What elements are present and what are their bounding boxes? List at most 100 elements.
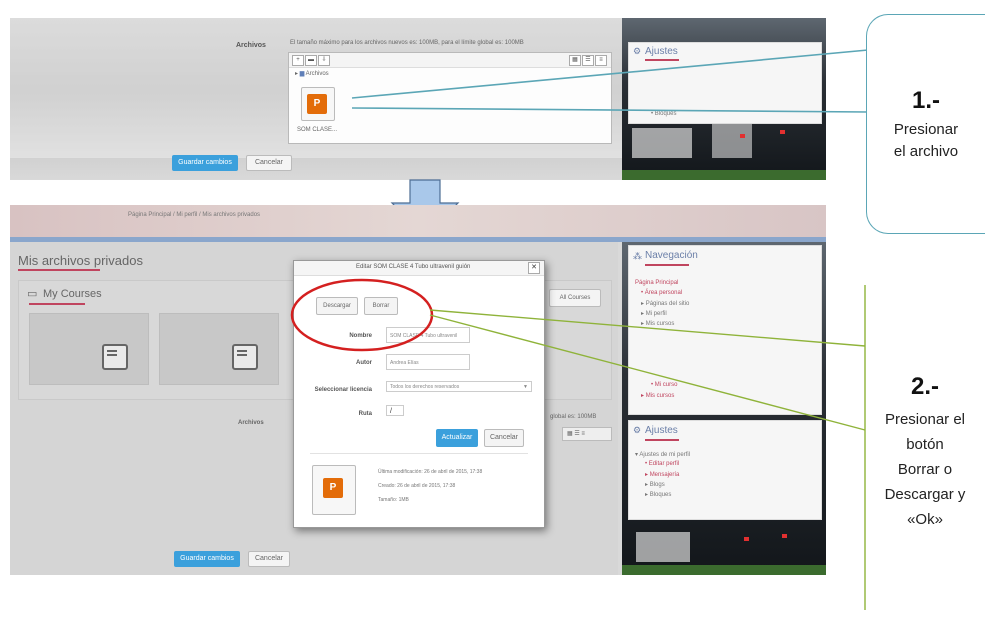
red-light [782, 534, 787, 538]
save-changes-button[interactable]: Guardar cambios [172, 155, 238, 171]
step-2-number: 2.- [910, 373, 939, 400]
license-select-value: Todos los derechos reservados [390, 384, 460, 390]
title-underline [645, 264, 689, 266]
save-changes-button[interactable]: Guardar cambios [174, 551, 240, 567]
view-mode-toolbar[interactable]: ▦ ☰ ≡ [562, 427, 612, 441]
settings-item-profile-settings[interactable]: ▾ Ajustes de mi perfil [635, 451, 690, 458]
name-label: Nombre [349, 333, 372, 339]
license-select[interactable]: Todos los derechos reservados ▼ [386, 381, 532, 392]
nav-item-label: Mis cursos [645, 321, 675, 327]
nav-item-label: Mi curso [654, 382, 678, 388]
powerpoint-file-icon: P [307, 94, 327, 114]
navigation-icon: ⁂ [633, 251, 642, 261]
ppt-file-item[interactable]: P [301, 87, 335, 121]
nav-item-my-courses-2[interactable]: ▸ Mis cursos [641, 392, 674, 399]
cancel-button[interactable]: Cancelar [246, 155, 292, 171]
add-file-icon[interactable]: + [292, 55, 304, 66]
settings-item-label: Blogs [649, 482, 665, 488]
step-1-line-1: Presionar [893, 121, 959, 138]
cancel-button[interactable]: Cancelar [248, 551, 290, 567]
size-limit-note: global es: 100MB [550, 414, 597, 420]
path-select[interactable]: / [386, 405, 404, 416]
settings-block: ⚙ Ajustes • Bloques [628, 42, 822, 124]
folder-breadcrumb-label: Archivos [305, 71, 329, 77]
callout-2: 2.- Presionar el botón Borrar o Descarga… [866, 285, 984, 610]
folder-breadcrumb[interactable]: ▸ ▆ Archivos [295, 70, 329, 77]
view-list-icon[interactable]: ☰ [582, 55, 594, 66]
author-field[interactable]: Andrea Elías [386, 354, 470, 370]
title-underline [645, 59, 679, 61]
files-label: Archivos [238, 420, 264, 426]
red-light [780, 130, 785, 134]
settings-item-label: Mensajería [649, 472, 680, 478]
nav-item-home[interactable]: Página Principal [635, 280, 678, 286]
courses-icon: ▭ [27, 288, 38, 300]
breadcrumb[interactable]: Página Principal / Mi perfil / Mis archi… [128, 212, 260, 218]
nav-item-site-pages[interactable]: ▸ Páginas del sitio [641, 300, 689, 307]
settings-gear-icon: ⚙ [633, 46, 642, 56]
step-1-number: 1.- [911, 87, 940, 114]
settings-item-bloques[interactable]: • Bloques [651, 111, 676, 117]
all-courses-button[interactable]: All Courses [549, 289, 601, 307]
view-icons-icon[interactable]: ▦ [569, 55, 581, 66]
building-shape [632, 128, 692, 158]
header-banner [10, 205, 826, 237]
download-button[interactable]: Descargar [316, 297, 358, 315]
dialog-header: Editar SOM CLASE 4 Tubo ultravenil guión… [294, 261, 544, 276]
title-underline [29, 303, 85, 305]
view-tree-icon[interactable]: ≡ [595, 55, 607, 66]
step-2-line-1: Presionar el [884, 411, 966, 428]
settings-item-label: Ajustes de mi perfil [639, 452, 691, 458]
settings-item-label: Bloques [654, 111, 677, 117]
nav-item-my-courses[interactable]: ▸ Mis cursos [641, 320, 674, 327]
top-screenshot: Archivos El tamaño máximo para los archi… [10, 18, 826, 180]
name-field[interactable]: SOM CLASE 4 Tubo ultravenil [386, 327, 470, 343]
license-label: Seleccionar licencia [314, 387, 372, 393]
close-icon[interactable]: ✕ [528, 262, 540, 274]
step-2-line-4: Descargar y [884, 486, 966, 503]
course-card[interactable] [29, 313, 149, 385]
create-folder-icon[interactable]: ▬ [305, 55, 317, 66]
grass-strip [622, 170, 826, 180]
nav-item-dashboard[interactable]: • Área personal [641, 290, 682, 296]
delete-button[interactable]: Borrar [364, 297, 398, 315]
step-2-line-5: «Ok» [907, 511, 943, 528]
settings-item-label: Editar perfil [648, 461, 680, 467]
settings-block: ⚙ Ajustes ▾ Ajustes de mi perfil • Edita… [628, 420, 822, 520]
course-book-icon [232, 344, 258, 370]
course-book-icon [102, 344, 128, 370]
step-2-line-3: Borrar o [897, 461, 953, 478]
dialog-cancel-button[interactable]: Cancelar [484, 429, 524, 447]
author-label: Autor [356, 360, 372, 366]
files-label: Archivos [236, 42, 266, 49]
settings-item-blogs[interactable]: ▸ Blogs [645, 481, 665, 488]
settings-item-label: Bloques [649, 492, 672, 498]
red-light [740, 134, 745, 138]
last-modified-text: Última modificación: 26 de abril de 2015… [378, 469, 483, 475]
nav-item-profile[interactable]: ▸ Mi perfil [641, 310, 667, 317]
file-preview: P [312, 465, 356, 515]
download-all-icon[interactable]: ⇩ [318, 55, 330, 66]
nav-item-course[interactable]: • Mi curso [651, 382, 677, 388]
settings-title: Ajustes [645, 425, 678, 436]
course-card[interactable] [159, 313, 279, 385]
file-size-text: Tamaño: 1MB [378, 497, 409, 503]
nav-item-label: Área personal [644, 290, 683, 296]
chevron-down-icon: ▼ [523, 384, 528, 390]
file-name-label: SOM CLASE... [297, 127, 338, 133]
settings-item-blocks[interactable]: ▸ Bloques [645, 491, 671, 498]
update-button[interactable]: Actualizar [436, 429, 478, 447]
view-icons-icon[interactable]: ▦ ☰ ≡ [567, 430, 585, 437]
settings-item-edit-profile[interactable]: • Editar perfil [645, 461, 679, 467]
grass-strip [622, 565, 826, 575]
settings-item-messaging[interactable]: ▸ Mensajería [645, 471, 679, 478]
title-underline [645, 439, 679, 441]
title-underline [18, 269, 100, 271]
size-limit-note: El tamaño máximo para los archivos nuevo… [290, 40, 524, 46]
divider [310, 453, 528, 454]
nav-item-label: Mis cursos [645, 393, 675, 399]
file-manager-toolbar: + ▬ ⇩ ▦ ☰ ≡ [289, 53, 611, 68]
path-label: Ruta [358, 411, 372, 417]
file-manager-panel: + ▬ ⇩ ▦ ☰ ≡ ▸ ▆ Archivos P SOM CLASE... [288, 52, 612, 144]
step-1-line-2: el archivo [893, 143, 959, 160]
